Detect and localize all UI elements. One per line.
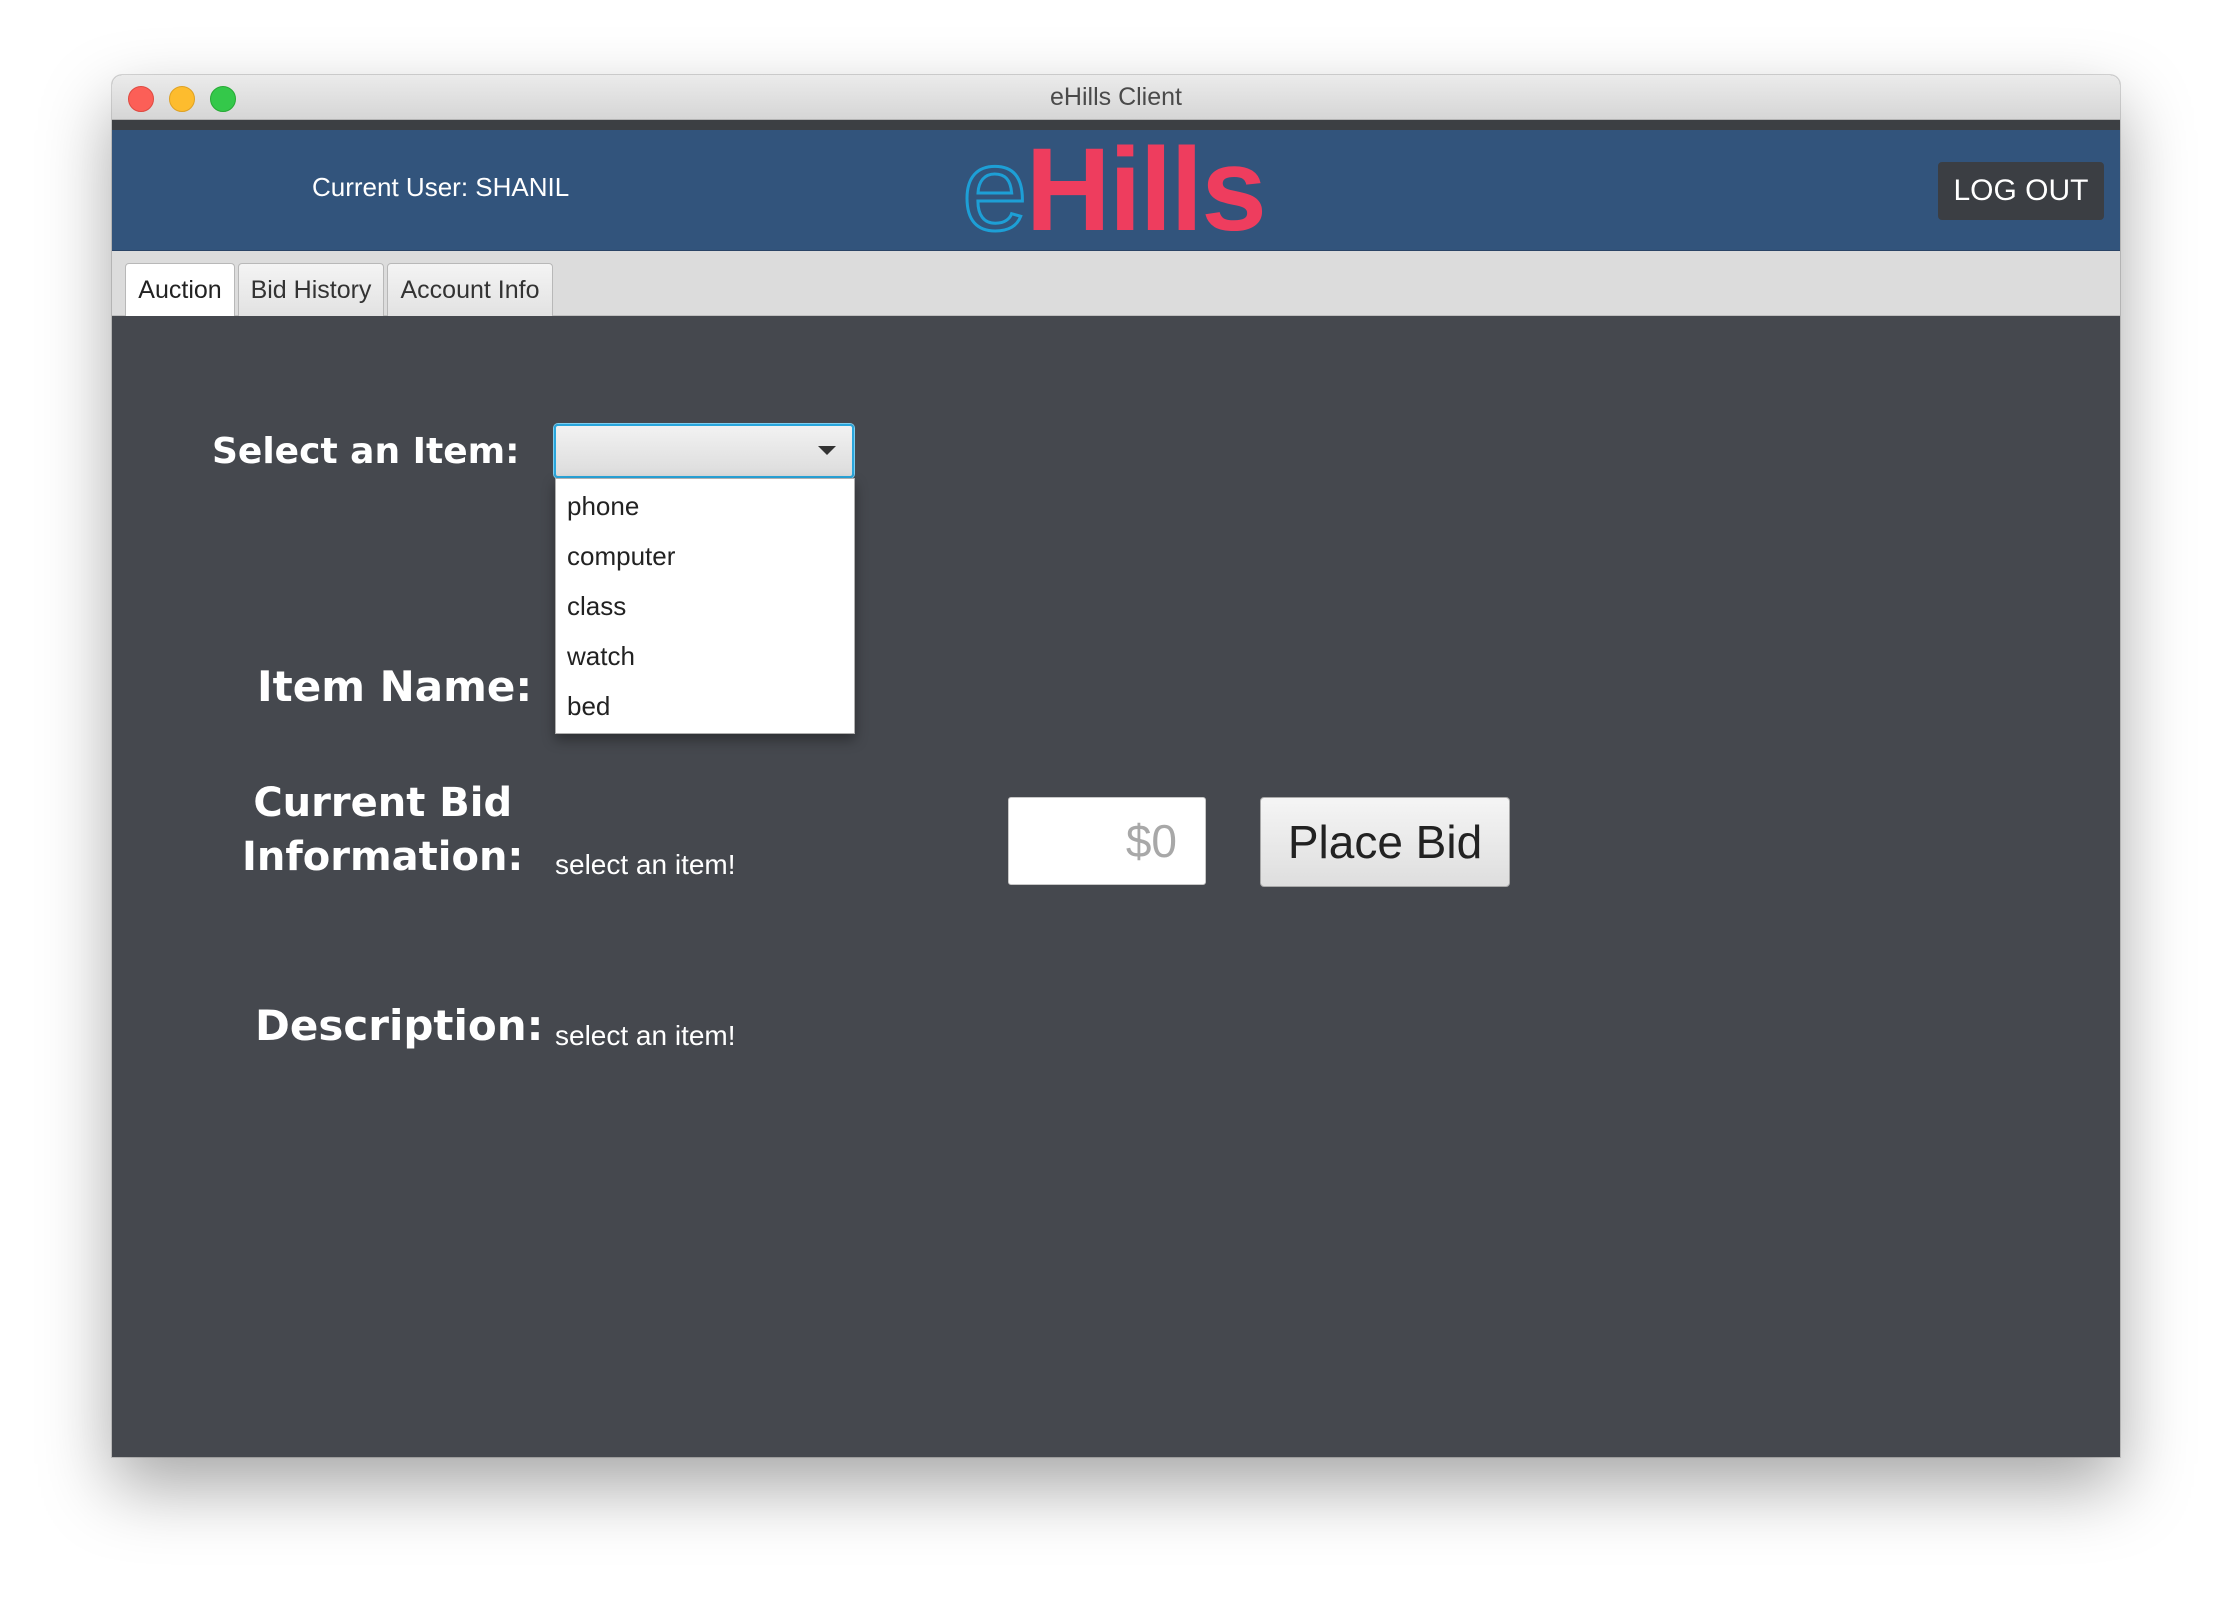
ehills-logo: eHills [961,129,1267,252]
tab-bar: Auction Bid History Account Info [112,251,2120,316]
item-name-label: Item Name: [257,662,533,711]
chevron-down-icon[interactable] [818,446,836,455]
tab-account-info[interactable]: Account Info [387,263,553,316]
logo-hills: Hills [1025,124,1267,256]
option-class[interactable]: class [556,581,854,631]
item-options-list: phone computer class watch bed [555,478,855,734]
description-label: Description: [255,1001,544,1050]
place-bid-button[interactable]: Place Bid [1260,797,1510,887]
current-user-label: Current User: SHANIL [312,172,570,202]
logout-button[interactable]: LOG OUT [1938,162,2104,220]
logo-e: e [961,124,1030,256]
current-bid-label: Current Bid Information: [242,776,523,884]
current-bid-value: select an item! [555,849,736,880]
bid-amount-input[interactable] [1008,797,1206,885]
window-title: eHills Client [1050,83,1182,111]
current-bid-label-line2: Information: [242,834,524,880]
option-computer[interactable]: computer [556,531,854,581]
current-bid-label-line1: Current Bid [253,780,513,826]
tab-bid-history[interactable]: Bid History [238,263,384,316]
description-value: select an item! [555,1020,736,1051]
app-header: Current User: SHANIL eHills LOG OUT [112,129,2120,252]
item-select-dropdown[interactable] [554,424,854,478]
select-item-label: Select an Item: [212,431,520,472]
app-window: eHills Client Current User: SHANIL eHill… [112,75,2120,1457]
option-phone[interactable]: phone [556,481,854,531]
tab-auction[interactable]: Auction [125,263,235,316]
title-bar[interactable]: eHills Client [112,75,2120,120]
option-bed[interactable]: bed [556,681,854,731]
option-watch[interactable]: watch [556,631,854,681]
auction-panel: Select an Item: phone computer class wat… [112,316,2120,1457]
